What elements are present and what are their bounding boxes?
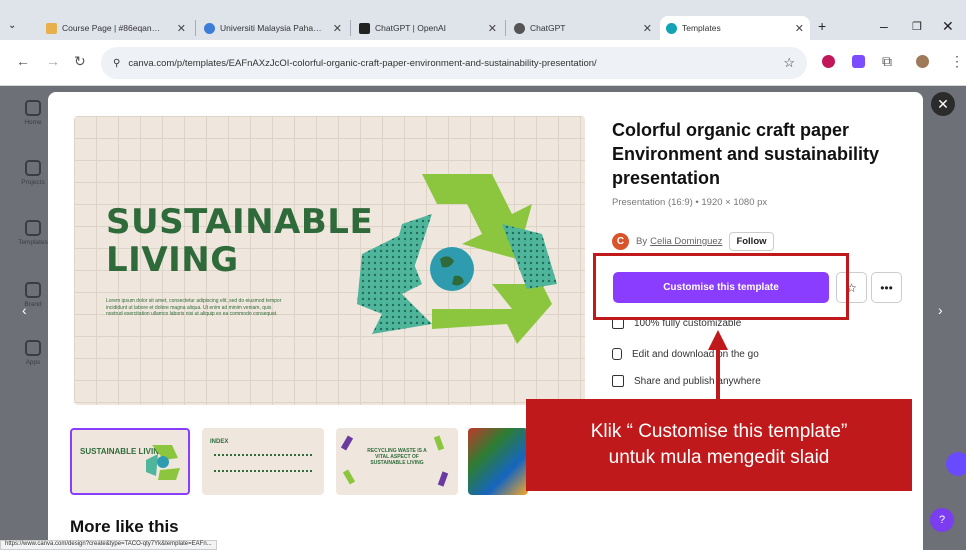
sidebar-item-home[interactable]: Home (16, 100, 50, 126)
tab-search-icon[interactable]: ⌄ (8, 20, 16, 31)
slide-body-text: Lorem ipsum dolor sit amet, consectetur … (106, 298, 282, 317)
openai-favicon-icon (359, 22, 370, 34)
folder-icon (25, 160, 41, 176)
thumbnail-slide-2[interactable]: INDEX (202, 428, 324, 495)
browser-tab-strip: ⌄ Course Page | #86eqan… ✕ Universiti Ma… (0, 0, 966, 40)
tab-separator (350, 20, 351, 36)
instruction-callout: Klik “ Customise this template” untuk mu… (526, 399, 912, 491)
tab-ump[interactable]: Universiti Malaysia Paha… ✕ (198, 16, 348, 40)
tab-label: ChatGPT | OpenAI (375, 23, 447, 33)
forward-arrow-icon[interactable]: → (46, 53, 60, 69)
tab-chatgpt[interactable]: ChatGPT ✕ (508, 16, 658, 40)
index-row (214, 470, 312, 473)
apps-icon (25, 340, 41, 356)
tab-label: Course Page | #86eqan… (62, 23, 161, 33)
reload-icon[interactable]: ↻ (74, 53, 86, 70)
minimize-icon[interactable]: – (880, 18, 888, 34)
highlight-box (593, 253, 849, 320)
magic-assistant-icon[interactable] (946, 452, 966, 476)
template-preview[interactable]: SUSTAINABLE LIVING Lorem ipsum dolor sit… (74, 116, 585, 405)
extension-icon[interactable] (852, 55, 865, 68)
thumbnail-slide-4[interactable] (468, 428, 528, 495)
thumbnail-title: RECYCLING WASTE IS A VITAL ASPECT OF SUS… (367, 448, 427, 466)
site-info-icon[interactable]: ⚲ (113, 58, 120, 69)
extension-icon[interactable] (822, 55, 835, 68)
templates-icon (25, 220, 41, 236)
slide-headline: LIVING (106, 240, 239, 280)
callout-arrow-shaft (716, 348, 720, 400)
close-tab-icon[interactable]: ✕ (333, 22, 342, 35)
author-prefix: By (636, 236, 648, 247)
tab-course-page[interactable]: Course Page | #86eqan… ✕ (40, 16, 192, 40)
template-meta: Presentation (16:9) • 1920 × 1080 px (612, 197, 768, 208)
share-icon (612, 375, 624, 387)
bottle-icon (340, 435, 354, 451)
url-text: canva.com/p/templates/EAFnAXzJcOI-colorf… (128, 57, 597, 69)
ump-favicon-icon (204, 22, 215, 34)
previous-template-arrow-icon[interactable]: ‹ (22, 302, 27, 318)
new-tab-button[interactable]: + (818, 18, 826, 34)
slide-headline: SUSTAINABLE (106, 202, 374, 242)
sidebar-item-projects[interactable]: Projects (16, 160, 50, 186)
extensions-puzzle-icon[interactable]: ⧉ (882, 53, 892, 70)
close-tab-icon[interactable]: ✕ (643, 22, 652, 35)
close-modal-button[interactable]: ✕ (931, 92, 955, 116)
template-title: Colorful organic craft paper Environment… (612, 120, 880, 188)
profile-avatar-icon[interactable] (916, 55, 929, 68)
callout-line-2: untuk mula mengedit slaid (608, 447, 830, 468)
thumbnail-title: INDEX (210, 439, 229, 445)
close-tab-icon[interactable]: ✕ (795, 22, 804, 35)
tab-separator (195, 20, 196, 36)
bottle-icon (433, 435, 445, 451)
next-template-arrow-icon[interactable]: › (938, 302, 943, 318)
follow-button[interactable]: Follow (729, 232, 774, 251)
sidebar-item-templates[interactable]: Templates (16, 220, 50, 246)
address-bar[interactable]: ⚲ canva.com/p/templates/EAFnAXzJcOI-colo… (101, 47, 807, 79)
course-favicon-icon (46, 22, 57, 34)
mobile-icon (612, 348, 622, 360)
bottle-icon (342, 469, 356, 485)
bottle-icon (437, 471, 449, 487)
chatgpt-favicon-icon (514, 22, 525, 34)
tab-separator (505, 20, 506, 36)
tab-chatgpt-openai[interactable]: ChatGPT | OpenAI ✕ (353, 16, 503, 40)
sidebar-item-apps[interactable]: Apps (16, 340, 50, 366)
link-status-bar: https://www.canva.com/design?create&type… (0, 540, 217, 550)
close-tab-icon[interactable]: ✕ (177, 22, 186, 35)
more-options-button[interactable]: ••• (871, 272, 902, 303)
tab-label: Templates (682, 23, 721, 33)
more-like-this-heading: More like this (70, 517, 179, 536)
maximize-icon[interactable]: ❐ (912, 20, 922, 33)
browser-toolbar: ← → ↻ ⚲ canva.com/p/templates/EAFnAXzJcO… (0, 40, 966, 86)
author-link[interactable]: Celia Dominguez (650, 236, 722, 247)
index-row (214, 454, 312, 457)
callout-line-1: Klik “ Customise this template” (590, 421, 848, 442)
author-avatar[interactable]: C (612, 233, 629, 250)
thumbnail-slide-1[interactable]: SUSTAINABLE LIVING (70, 428, 190, 495)
feature-item: Edit and download on the go (612, 348, 759, 360)
recycle-arrows-icon (357, 174, 557, 344)
tab-label: Universiti Malaysia Paha… (220, 23, 322, 33)
thumbnail-slide-3[interactable]: RECYCLING WASTE IS A VITAL ASPECT OF SUS… (336, 428, 458, 495)
back-arrow-icon[interactable]: ← (16, 53, 30, 69)
ellipsis-icon: ••• (880, 280, 893, 295)
browser-menu-icon[interactable]: ⋮ (950, 53, 964, 70)
home-icon (25, 100, 41, 116)
author-row: C By Celia Dominguez Follow (612, 232, 774, 251)
canva-favicon-icon (666, 22, 677, 34)
brand-icon (25, 282, 41, 298)
callout-arrow-head (708, 330, 728, 350)
feature-item: Share and publish anywhere (612, 375, 761, 387)
help-icon[interactable]: ? (930, 508, 954, 532)
bookmark-star-icon[interactable]: ☆ (783, 55, 795, 71)
tab-label: ChatGPT (530, 23, 566, 33)
tab-templates[interactable]: Templates ✕ (660, 16, 810, 40)
recycle-icon (146, 445, 180, 480)
close-tab-icon[interactable]: ✕ (488, 22, 497, 35)
window-close-icon[interactable]: ✕ (942, 18, 954, 35)
